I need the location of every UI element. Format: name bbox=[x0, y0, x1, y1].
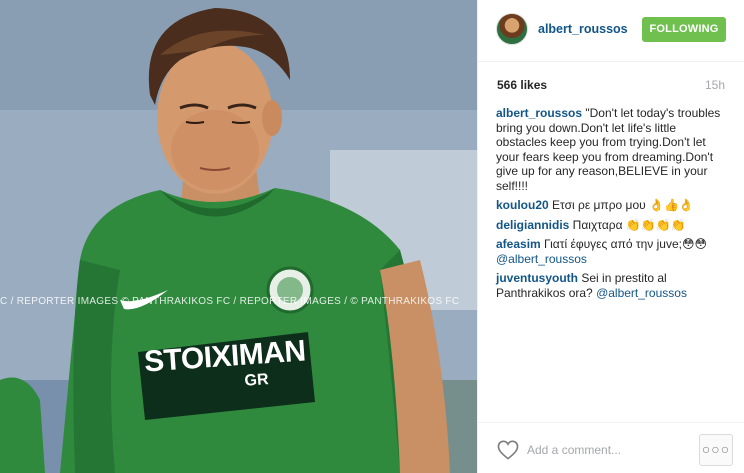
comment-author[interactable]: afeasim bbox=[496, 237, 541, 251]
comment-mention[interactable]: @albert_roussos bbox=[596, 286, 687, 300]
caption-author[interactable]: albert_roussos bbox=[496, 106, 582, 120]
post-photo[interactable]: C / REPORTER IMAGES © PANTHRAKIKOS FC / … bbox=[0, 0, 477, 473]
likes-count[interactable]: 566 likes bbox=[497, 78, 547, 92]
list-item: deligiannidis Παιχταρα 👏👏👏👏 bbox=[496, 218, 728, 233]
comment-author[interactable]: koulou20 bbox=[496, 198, 549, 212]
comment-author[interactable]: juventusyouth bbox=[496, 271, 578, 285]
comment-mention[interactable]: @albert_roussos bbox=[496, 252, 587, 266]
avatar[interactable] bbox=[496, 13, 528, 45]
comment-text: Παιχταρα 👏👏👏👏 bbox=[569, 217, 686, 232]
comment-text: Ετσι ρε μπρο μου 👌👍👌 bbox=[548, 198, 694, 212]
more-options-button[interactable]: ○○○ bbox=[699, 434, 733, 466]
comments-list: albert_roussos "Don't let today's troubl… bbox=[496, 106, 728, 305]
post-side-panel: albert_roussos FOLLOWING 566 likes 15h a… bbox=[477, 0, 744, 473]
list-item: afeasim Γιατί έφυγες από την juve;😳😳 @al… bbox=[496, 237, 728, 266]
post-caption: albert_roussos "Don't let today's troubl… bbox=[496, 106, 728, 193]
post-timestamp[interactable]: 15h bbox=[705, 78, 725, 92]
jersey-sponsor: STOIXIMAN GR bbox=[138, 334, 314, 412]
author-username[interactable]: albert_roussos bbox=[538, 22, 628, 36]
comment-input[interactable] bbox=[527, 440, 677, 460]
list-item: juventusyouth Sei in prestito al Panthra… bbox=[496, 271, 728, 300]
following-button[interactable]: FOLLOWING bbox=[642, 17, 726, 42]
list-item: koulou20 Ετσι ρε μπρο μου 👌👍👌 bbox=[496, 198, 728, 213]
heart-icon[interactable] bbox=[497, 440, 519, 460]
comment-author[interactable]: deligiannidis bbox=[496, 218, 569, 232]
post-header: albert_roussos FOLLOWING bbox=[478, 0, 744, 62]
comment-bar: ○○○ bbox=[478, 422, 744, 473]
comment-text: Γιατί έφυγες από την juve;😳😳 bbox=[540, 237, 707, 251]
photo-watermark: C / REPORTER IMAGES © PANTHRAKIKOS FC / … bbox=[0, 296, 460, 307]
